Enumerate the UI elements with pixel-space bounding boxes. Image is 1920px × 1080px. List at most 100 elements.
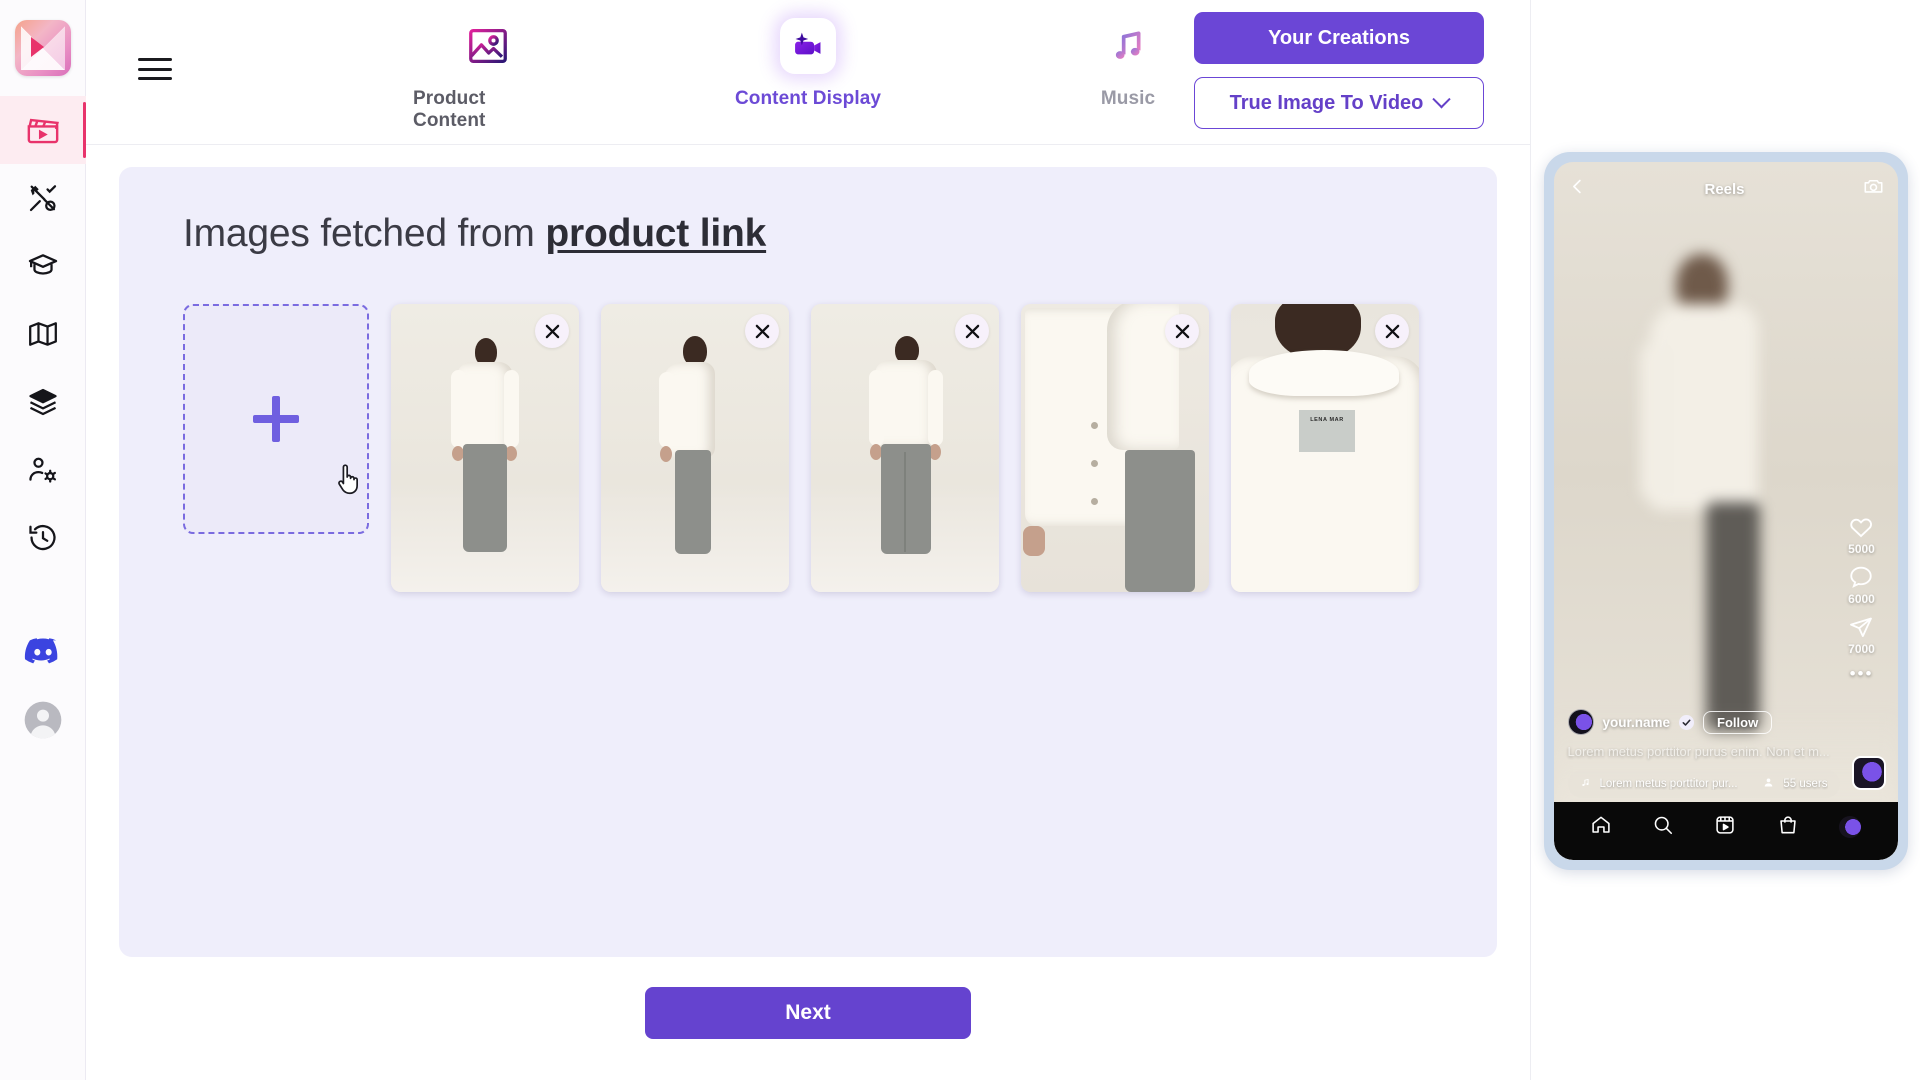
- remove-image-button[interactable]: [1165, 314, 1199, 348]
- close-icon: [1175, 324, 1189, 338]
- person-icon: [1763, 775, 1774, 793]
- preview-bottom-nav: [1553, 802, 1898, 860]
- top-header: Product Content Content Display Music Yo…: [86, 0, 1530, 145]
- your-creations-button[interactable]: Your Creations: [1194, 12, 1484, 64]
- like-action[interactable]: 5000: [1848, 514, 1875, 556]
- share-action[interactable]: 7000: [1848, 614, 1875, 656]
- product-image-4[interactable]: [1021, 304, 1209, 592]
- phone-screen[interactable]: Reels 5000 6000 7000 ••• your.name Follo…: [1553, 162, 1898, 860]
- layers-icon: [27, 386, 59, 418]
- product-image-1[interactable]: [391, 304, 579, 592]
- shop-bag-icon[interactable]: [1777, 814, 1799, 841]
- music-bar[interactable]: Lorem metus porttitor pur... 55 users: [1567, 770, 1840, 798]
- header-tabs: Product Content Content Display Music: [413, 14, 1203, 132]
- avatar[interactable]: [1567, 709, 1594, 735]
- page-title: Images fetched from product link: [183, 212, 1497, 256]
- page-title-prefix: Images fetched from: [183, 212, 546, 255]
- tab-product-content[interactable]: Product Content: [413, 14, 563, 132]
- thumbnail-strip: LENA MAR: [183, 304, 1497, 592]
- content-area: Images fetched from product link LENA MA…: [86, 145, 1530, 1080]
- product-image-5[interactable]: LENA MAR: [1231, 304, 1419, 592]
- next-button[interactable]: Next: [645, 987, 971, 1039]
- sidebar-item-account[interactable]: [0, 686, 86, 754]
- close-icon: [545, 324, 559, 338]
- hamburger-menu-icon[interactable]: [138, 58, 172, 80]
- preview-header: Reels: [1554, 172, 1898, 206]
- reels-icon[interactable]: [1714, 814, 1736, 841]
- brand-label-text: LENA MAR: [1310, 417, 1344, 423]
- clapperboard-icon: [26, 113, 60, 147]
- remove-image-button[interactable]: [955, 314, 989, 348]
- plus-icon: [253, 396, 299, 442]
- tools-icon: [27, 182, 59, 214]
- comment-action[interactable]: 6000: [1848, 564, 1875, 606]
- remove-image-button[interactable]: [1375, 314, 1409, 348]
- search-icon[interactable]: [1652, 814, 1674, 841]
- app-root: Product Content Content Display Music Yo…: [0, 0, 1920, 1080]
- chevron-left-icon[interactable]: [1568, 177, 1587, 201]
- product-image-3[interactable]: [811, 304, 999, 592]
- music-note-icon: [1580, 775, 1591, 793]
- discord-icon: [24, 637, 62, 667]
- product-link[interactable]: product link: [545, 212, 766, 255]
- tab-label: Music: [1100, 88, 1156, 109]
- sidebar-item-templates[interactable]: [0, 368, 86, 436]
- preview-panel: Reels 5000 6000 7000 ••• your.name Follo…: [1530, 0, 1920, 1080]
- mode-select-dropdown[interactable]: True Image To Video: [1194, 77, 1484, 129]
- user-settings-icon: [27, 454, 59, 486]
- tab-music[interactable]: Music: [1053, 14, 1203, 110]
- phone-frame: Reels 5000 6000 7000 ••• your.name Follo…: [1543, 152, 1908, 870]
- add-image-tile[interactable]: [183, 304, 369, 534]
- audio-thumbnail[interactable]: [1851, 756, 1886, 790]
- more-dots-icon[interactable]: •••: [1850, 664, 1874, 684]
- map-icon: [27, 318, 59, 350]
- camera-icon[interactable]: [1863, 176, 1884, 202]
- like-count: 5000: [1848, 542, 1875, 556]
- chevron-down-icon: [1432, 89, 1452, 108]
- image-icon: [466, 14, 510, 78]
- music-users-count: 55 users: [1783, 778, 1828, 790]
- tab-label: Content Display: [734, 88, 882, 109]
- sidebar-item-discord[interactable]: [0, 618, 86, 686]
- remove-image-button[interactable]: [745, 314, 779, 348]
- preview-caption: Lorem metus porttitor purus enim. Non et…: [1567, 744, 1830, 759]
- preview-action-rail: 5000 6000 7000 •••: [1838, 514, 1886, 684]
- product-image-2[interactable]: [601, 304, 789, 592]
- sidebar-item-learn[interactable]: [0, 232, 86, 300]
- mode-select-value: True Image To Video: [1229, 91, 1424, 114]
- close-icon: [1385, 324, 1399, 338]
- close-icon: [755, 324, 769, 338]
- tab-label: Product Content: [413, 88, 486, 131]
- preview-caption-block: your.name Follow Lorem metus porttitor p…: [1554, 709, 1898, 798]
- close-icon: [965, 324, 979, 338]
- images-panel: Images fetched from product link LENA MA…: [119, 167, 1497, 957]
- home-icon[interactable]: [1590, 814, 1612, 841]
- app-logo-icon[interactable]: [14, 20, 71, 76]
- tab-content-display[interactable]: Content Display: [733, 14, 883, 110]
- profile-avatar-icon[interactable]: [1839, 816, 1862, 838]
- sidebar-item-guide[interactable]: [0, 300, 86, 368]
- sidebar-item-tools[interactable]: [0, 164, 86, 232]
- verified-badge-icon: [1679, 714, 1695, 730]
- preview-platform-title: Reels: [1704, 180, 1745, 198]
- music-track-name: Lorem metus porttitor pur...: [1599, 778, 1738, 790]
- share-icon: [1850, 617, 1873, 638]
- sidebar-item-team[interactable]: [0, 436, 86, 504]
- main-column: Product Content Content Display Music Yo…: [86, 0, 1530, 1080]
- comment-icon: [1850, 566, 1873, 588]
- sidebar-item-history[interactable]: [0, 504, 86, 572]
- history-icon: [27, 522, 59, 554]
- sparkle-video-icon: [780, 18, 836, 74]
- follow-button[interactable]: Follow: [1703, 710, 1773, 734]
- left-icon-rail: [0, 0, 86, 1080]
- heart-icon: [1850, 518, 1873, 538]
- preview-username[interactable]: your.name: [1603, 715, 1671, 730]
- header-actions: Your Creations True Image To Video: [1194, 12, 1484, 129]
- comment-count: 6000: [1848, 592, 1875, 606]
- share-count: 7000: [1848, 642, 1875, 656]
- account-avatar-icon: [23, 700, 63, 740]
- sidebar-item-video-projects[interactable]: [0, 96, 86, 164]
- graduation-cap-icon: [27, 250, 59, 282]
- remove-image-button[interactable]: [535, 314, 569, 348]
- music-note-icon: [1108, 14, 1148, 78]
